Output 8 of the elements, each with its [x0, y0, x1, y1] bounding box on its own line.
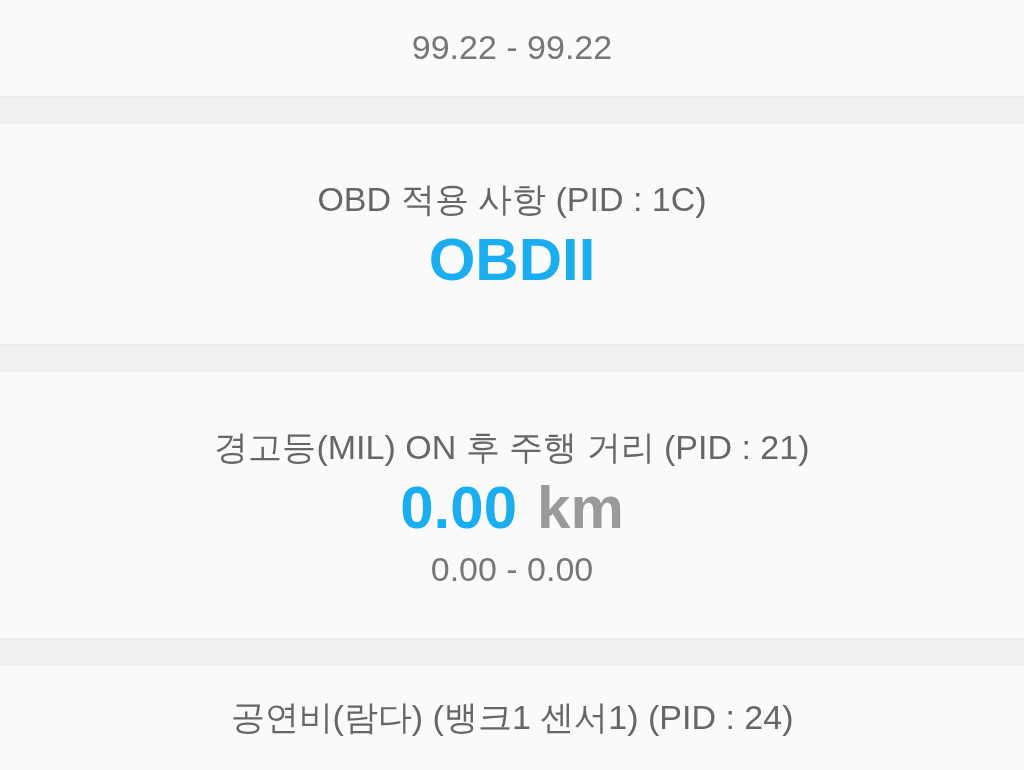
value-number: 0.00: [400, 473, 518, 543]
pid-title: 경고등(MIL) ON 후 주행 거리 (PID : 21): [214, 427, 810, 468]
value-text: OBDII: [428, 225, 596, 295]
range-text: 99.22 - 99.22: [411, 27, 613, 68]
range-text: 0.00 - 0.00: [430, 549, 594, 590]
pid-title: OBD 적용 사항 (PID : 1C): [317, 179, 707, 220]
pid-title: 공연비(람다) (뱅크1 센서1) (PID : 24): [230, 697, 794, 738]
unit-label: km: [537, 473, 624, 543]
